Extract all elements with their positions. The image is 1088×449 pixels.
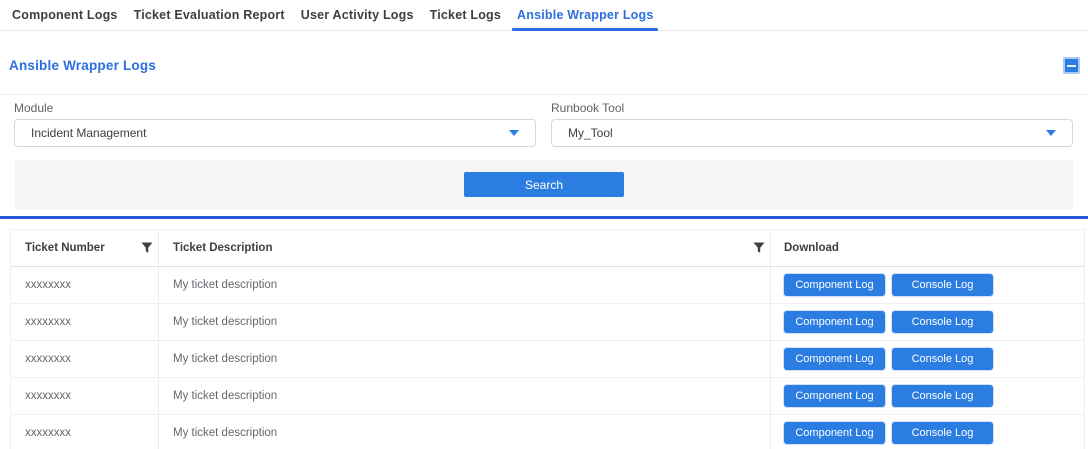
table-row: xxxxxxxx My ticket description Component… [11, 341, 1084, 378]
ticket-number-cell: xxxxxxxx [11, 304, 159, 340]
table-row: xxxxxxxx My ticket description Component… [11, 267, 1084, 304]
download-cell: Component Log Console Log [771, 415, 1084, 449]
search-panel: Search [15, 160, 1073, 209]
blue-divider [0, 216, 1088, 219]
component-log-button[interactable]: Component Log [784, 274, 885, 296]
ticket-description-value: My ticket description [173, 316, 277, 328]
minus-icon [1067, 65, 1076, 67]
runbook-tool-label: Runbook Tool [551, 101, 1073, 115]
filter-icon[interactable] [753, 242, 765, 254]
ticket-number-cell: xxxxxxxx [11, 341, 159, 377]
module-label: Module [14, 101, 536, 115]
col-header-download: Download [771, 230, 1084, 266]
download-cell: Component Log Console Log [771, 378, 1084, 414]
logs-table: Ticket Number Ticket Description Downloa… [10, 229, 1085, 449]
module-selected-value: Incident Management [31, 126, 509, 140]
tab-ticket-evaluation-report[interactable]: Ticket Evaluation Report [129, 0, 290, 30]
component-log-button[interactable]: Component Log [784, 348, 885, 370]
col-header-ticket-description: Ticket Description [159, 230, 771, 266]
component-log-button[interactable]: Component Log [784, 385, 885, 407]
chevron-down-icon [1046, 130, 1056, 136]
ticket-description-cell: My ticket description [159, 341, 771, 377]
table-row: xxxxxxxx My ticket description Component… [11, 304, 1084, 341]
ticket-description-value: My ticket description [173, 390, 277, 402]
console-log-button[interactable]: Console Log [892, 274, 993, 296]
tab-ticket-logs[interactable]: Ticket Logs [425, 0, 506, 30]
download-cell: Component Log Console Log [771, 304, 1084, 340]
console-log-button[interactable]: Console Log [892, 422, 993, 444]
ticket-number-value: xxxxxxxx [25, 353, 71, 365]
section-header: Ansible Wrapper Logs [0, 31, 1088, 94]
module-select[interactable]: Incident Management [14, 119, 536, 147]
table-header-row: Ticket Number Ticket Description Downloa… [11, 230, 1084, 267]
ticket-number-value: xxxxxxxx [25, 427, 71, 439]
filter-form: Module Incident Management Runbook Tool … [0, 95, 1088, 147]
component-log-button[interactable]: Component Log [784, 422, 885, 444]
console-log-button[interactable]: Console Log [892, 385, 993, 407]
search-button[interactable]: Search [464, 172, 624, 197]
table-row: xxxxxxxx My ticket description Component… [11, 378, 1084, 415]
tab-component-logs[interactable]: Component Logs [7, 0, 123, 30]
tab-ansible-wrapper-logs[interactable]: Ansible Wrapper Logs [512, 0, 658, 30]
chevron-down-icon [509, 130, 519, 136]
ticket-number-value: xxxxxxxx [25, 390, 71, 402]
ticket-description-cell: My ticket description [159, 267, 771, 303]
column-label: Ticket Description [173, 242, 273, 254]
tab-bar: Component Logs Ticket Evaluation Report … [0, 0, 1088, 31]
console-log-button[interactable]: Console Log [892, 311, 993, 333]
download-cell: Component Log Console Log [771, 267, 1084, 303]
ticket-description-cell: My ticket description [159, 415, 771, 449]
ticket-description-value: My ticket description [173, 279, 277, 291]
column-label: Download [784, 242, 839, 254]
module-field-group: Module Incident Management [14, 101, 536, 147]
ticket-description-cell: My ticket description [159, 378, 771, 414]
collapse-section-button[interactable] [1063, 57, 1080, 74]
ticket-description-value: My ticket description [173, 427, 277, 439]
console-log-button[interactable]: Console Log [892, 348, 993, 370]
ticket-number-cell: xxxxxxxx [11, 378, 159, 414]
ticket-number-value: xxxxxxxx [25, 279, 71, 291]
ticket-number-cell: xxxxxxxx [11, 415, 159, 449]
filter-icon[interactable] [141, 242, 153, 254]
col-header-ticket-number: Ticket Number [11, 230, 159, 266]
runbook-tool-field-group: Runbook Tool My_Tool [551, 101, 1073, 147]
page-title: Ansible Wrapper Logs [9, 58, 156, 73]
component-log-button[interactable]: Component Log [784, 311, 885, 333]
ticket-description-cell: My ticket description [159, 304, 771, 340]
download-cell: Component Log Console Log [771, 341, 1084, 377]
ticket-number-cell: xxxxxxxx [11, 267, 159, 303]
column-label: Ticket Number [25, 242, 105, 254]
runbook-tool-select[interactable]: My_Tool [551, 119, 1073, 147]
tab-user-activity-logs[interactable]: User Activity Logs [296, 0, 419, 30]
ticket-number-value: xxxxxxxx [25, 316, 71, 328]
table-row: xxxxxxxx My ticket description Component… [11, 415, 1084, 449]
runbook-tool-selected-value: My_Tool [568, 126, 1046, 140]
ticket-description-value: My ticket description [173, 353, 277, 365]
